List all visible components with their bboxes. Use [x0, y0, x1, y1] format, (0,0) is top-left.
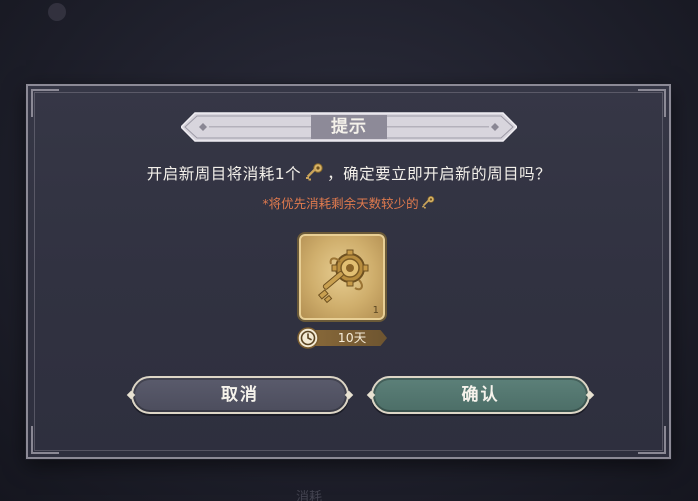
- confirm-button-label: 确认: [461, 385, 500, 405]
- dialog-note: *将优先消耗剩余天数较少的: [0, 193, 698, 212]
- note-text: *将优先消耗剩余天数较少的: [262, 196, 419, 211]
- cancel-button-label: 取消: [221, 385, 259, 405]
- background-bottom-text: 消耗: [296, 490, 323, 501]
- corner-ornament: [31, 426, 59, 454]
- golden-key-icon: [421, 195, 434, 209]
- corner-ornament: [638, 89, 666, 117]
- cancel-button[interactable]: 取消: [126, 376, 354, 414]
- background-top-left-decoration: [6, 2, 66, 24]
- golden-key-icon: [306, 163, 323, 181]
- item-count: 1: [372, 305, 379, 316]
- clock-icon: [297, 327, 319, 349]
- corner-ornament: [31, 89, 59, 117]
- confirm-button[interactable]: 确认: [366, 376, 595, 414]
- duration-text: 10天: [337, 330, 367, 345]
- dialog-title-banner: 提示: [181, 111, 517, 143]
- dialog-title: 提示: [331, 117, 367, 137]
- message-text-before: 开启新周目将消耗1个: [146, 165, 302, 183]
- message-text-after: ，确定要立即开启新的周目吗？: [327, 165, 552, 183]
- golden-key-icon: [317, 249, 369, 304]
- corner-ornament: [638, 426, 666, 454]
- game-screen: 消耗 提示 开启新周目将消耗1个 ，确定要立即开启新的周目吗？ *将优先消耗剩余: [0, 0, 698, 501]
- dialog-message: 开启新周目将消耗1个 ，确定要立即开启新的周目吗？: [0, 162, 698, 184]
- item-card[interactable]: 1: [299, 234, 385, 320]
- background-circle-icon: [48, 3, 66, 21]
- item-duration: 10天: [297, 327, 389, 349]
